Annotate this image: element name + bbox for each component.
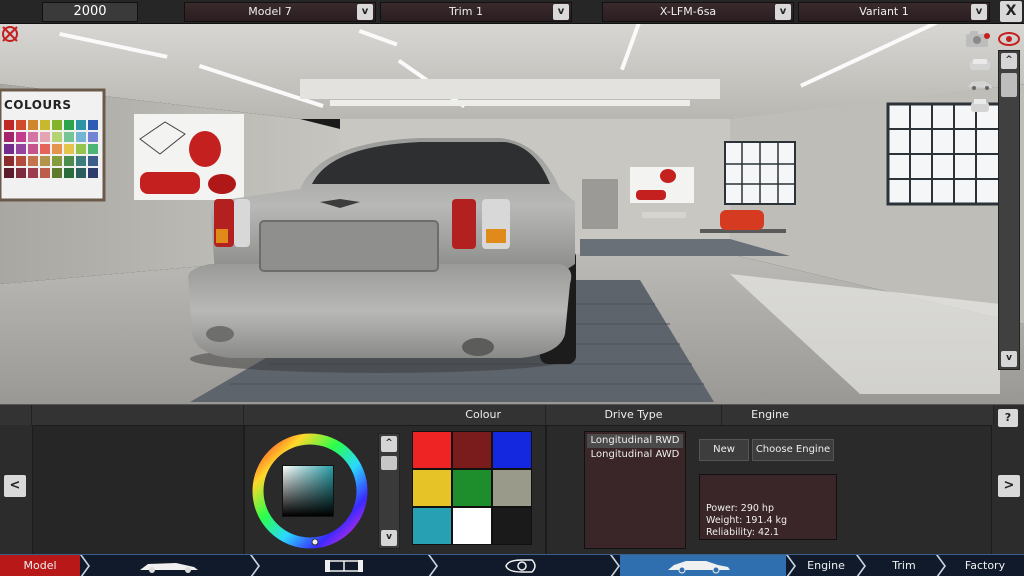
drive-type-awd[interactable]: Longitudinal AWD	[587, 448, 683, 462]
body-car-icon	[668, 561, 730, 574]
header-empty-right	[818, 405, 994, 425]
front-view-icon[interactable]	[968, 58, 992, 72]
chevron-right-icon	[786, 555, 796, 576]
colour-swatch[interactable]	[412, 431, 452, 469]
brightness-up-button[interactable]: ^	[381, 436, 397, 452]
chevron-right-icon	[610, 555, 620, 576]
saturation-value-picker[interactable]	[282, 465, 334, 517]
chassis-car-icon	[140, 563, 198, 573]
engine-power: Power: 290 hp	[706, 503, 774, 514]
chevron-right-icon	[856, 555, 866, 576]
tab-suspension[interactable]	[260, 555, 428, 576]
brightness-thumb[interactable]	[381, 456, 397, 470]
engine-dropdown-label: X-LFM-6sa	[659, 5, 717, 18]
next-button[interactable]: >	[998, 475, 1020, 497]
engine-reliability: Reliability: 42.1	[706, 527, 780, 538]
tab-trim[interactable]: Trim	[866, 555, 942, 576]
colour-swatch[interactable]	[452, 469, 492, 507]
colour-swatch[interactable]	[492, 431, 532, 469]
colour-swatch[interactable]	[452, 507, 492, 545]
colour-swatch[interactable]	[412, 507, 452, 545]
left-pane	[32, 425, 244, 555]
colour-swatch[interactable]	[412, 469, 452, 507]
colour-header: Colour	[244, 405, 546, 425]
close-button[interactable]: X	[1000, 1, 1022, 22]
variant-dropdown-button[interactable]: v	[971, 4, 987, 20]
model-dropdown-label: Model 7	[248, 5, 292, 18]
trim-dropdown-button[interactable]: v	[553, 4, 569, 20]
tab-chassis[interactable]	[90, 555, 250, 576]
top-bar: 2000 Model 7 v Trim 1 v X-LFM-6sa v Vari…	[0, 0, 1024, 24]
colour-swatch[interactable]	[492, 469, 532, 507]
camera-icon[interactable]	[964, 30, 994, 48]
eye-icon[interactable]	[998, 32, 1020, 46]
drive-type-rwd[interactable]: Longitudinal RWD	[587, 434, 683, 448]
zoom-scroll-thumb[interactable]	[1001, 73, 1017, 97]
bottom-navigation: Model Engine Trim Factory	[0, 554, 1024, 576]
engine-dropdown-button[interactable]: v	[775, 4, 791, 20]
variant-dropdown-label: Variant 1	[859, 5, 909, 18]
variant-dropdown[interactable]: Variant 1 v	[798, 2, 990, 22]
header-spacer-left	[0, 405, 32, 425]
chevron-right-icon	[80, 555, 90, 576]
choose-engine-button[interactable]: Choose Engine	[752, 439, 834, 461]
colours-sign: COLOURS	[0, 90, 104, 200]
tab-engine[interactable]: Engine	[796, 555, 856, 576]
rear-view-icon[interactable]	[968, 98, 992, 116]
zoom-down-button[interactable]: v	[1001, 351, 1017, 367]
year-field[interactable]: 2000	[42, 2, 138, 22]
previous-button[interactable]: <	[4, 475, 26, 497]
car-viewport[interactable]: COLOURS ^ v	[0, 24, 1024, 404]
engine-header: Engine	[722, 405, 818, 425]
zoom-up-button[interactable]: ^	[1001, 53, 1017, 69]
engine-weight: Weight: 191.4 kg	[706, 515, 788, 526]
garage-scene	[0, 24, 1024, 404]
header-empty	[32, 405, 244, 425]
zoom-scrollbar[interactable]: ^ v	[998, 50, 1020, 370]
tab-factory[interactable]: Factory	[946, 555, 1024, 576]
drive-type-list[interactable]: Longitudinal RWD Longitudinal AWD	[584, 431, 686, 549]
brightness-slider[interactable]: ^ v	[378, 433, 400, 549]
colours-sign-text: COLOURS	[4, 98, 72, 112]
chevron-right-icon	[250, 555, 260, 576]
colour-swatch[interactable]	[492, 507, 532, 545]
model-dropdown-button[interactable]: v	[357, 4, 373, 20]
tab-design[interactable]	[438, 555, 610, 576]
trim-dropdown[interactable]: Trim 1 v	[380, 2, 572, 22]
brightness-down-button[interactable]: v	[381, 530, 397, 546]
new-engine-button[interactable]: New	[699, 439, 749, 461]
model-dropdown[interactable]: Model 7 v	[184, 2, 376, 22]
tab-body[interactable]	[620, 555, 786, 576]
reset-view-icon[interactable]	[0, 24, 20, 44]
suspension-icon	[325, 560, 363, 572]
chevron-right-icon	[936, 555, 946, 576]
headlight-icon	[505, 559, 536, 573]
chevron-right-icon	[428, 555, 438, 576]
tab-model[interactable]: Model	[0, 555, 80, 576]
bottom-panel: Colour Drive Type Engine ? < > ^ v Longi…	[0, 404, 1024, 555]
side-view-icon[interactable]	[966, 78, 994, 90]
drive-type-header: Drive Type	[546, 405, 722, 425]
help-button[interactable]: ?	[998, 409, 1018, 427]
engine-stats: Power: 290 hp Weight: 191.4 kg Reliabili…	[699, 474, 837, 540]
colour-swatch[interactable]	[452, 431, 492, 469]
trim-dropdown-label: Trim 1	[449, 5, 483, 18]
engine-dropdown[interactable]: X-LFM-6sa v	[602, 2, 794, 22]
